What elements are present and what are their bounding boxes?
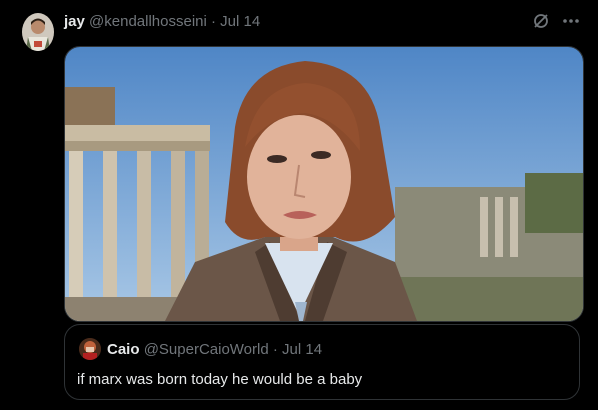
header-separator: · xyxy=(211,13,216,30)
quoted-date[interactable]: Jul 14 xyxy=(282,341,322,358)
more-icon[interactable] xyxy=(562,12,580,30)
post-header: jay @kendallhosseini · Jul 14 xyxy=(64,12,260,32)
quoted-author-name[interactable]: Caio xyxy=(107,341,140,358)
post-image[interactable] xyxy=(64,46,584,322)
author-name[interactable]: jay xyxy=(64,13,85,30)
author-avatar[interactable] xyxy=(22,13,54,51)
photo-woman-roman-forum xyxy=(65,47,583,321)
grok-icon[interactable] xyxy=(532,12,550,30)
quoted-separator: · xyxy=(272,341,278,358)
quoted-post[interactable]: Caio @SuperCaioWorld · Jul 14 if marx wa… xyxy=(64,324,580,400)
quoted-author-avatar[interactable] xyxy=(79,338,101,360)
quoted-author-handle[interactable]: @SuperCaioWorld xyxy=(144,341,269,358)
quoted-header: Caio @SuperCaioWorld · Jul 14 xyxy=(107,340,322,360)
post-date[interactable]: Jul 14 xyxy=(220,13,260,30)
quoted-text: if marx was born today he would be a bab… xyxy=(77,371,363,388)
post-actions xyxy=(532,12,580,30)
author-handle[interactable]: @kendallhosseini xyxy=(89,13,207,30)
